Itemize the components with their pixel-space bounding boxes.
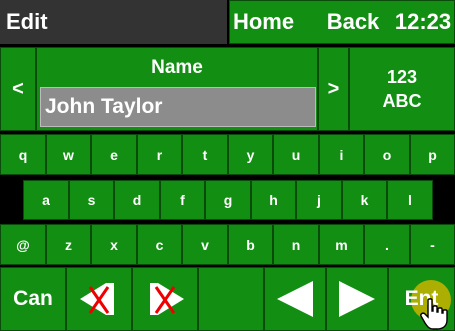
key-label: y (246, 146, 255, 163)
key-y[interactable]: y (228, 134, 273, 175)
delete-left-icon (76, 277, 122, 321)
cancel-button[interactable]: Can (0, 267, 66, 331)
key-label: k (360, 192, 369, 208)
header-green-bar: Home Back 12:23 (229, 0, 455, 44)
key-label: i (339, 146, 344, 163)
field-panel: Name John Taylor (36, 47, 318, 131)
key-k[interactable]: k (342, 180, 387, 220)
key-f[interactable]: f (160, 180, 205, 220)
key-label: g (223, 192, 233, 208)
key-o[interactable]: o (364, 134, 410, 175)
next-field-button[interactable]: > (318, 47, 349, 131)
key-i[interactable]: i (319, 134, 364, 175)
cursor-left-button[interactable] (264, 267, 326, 331)
key-label: f (180, 192, 185, 208)
key-label: t (202, 146, 208, 163)
key-u[interactable]: u (273, 134, 319, 175)
key-e[interactable]: e (91, 134, 137, 175)
key-label: d (132, 192, 142, 208)
key-label: - (430, 236, 435, 253)
key-label: z (65, 236, 72, 253)
prev-field-label: < (12, 77, 24, 100)
delete-left-button[interactable] (66, 267, 132, 331)
key-s[interactable]: s (69, 180, 114, 220)
key-label: h (269, 192, 278, 208)
mode-numeric-label: 123 (386, 67, 418, 87)
key-at[interactable]: @ (0, 224, 46, 265)
key-label: b (246, 236, 255, 253)
enter-button[interactable]: Ent (388, 267, 455, 331)
key-label: s (87, 192, 96, 208)
key-label: w (63, 146, 74, 163)
key-label: n (291, 236, 301, 253)
key-c[interactable]: c (137, 224, 182, 265)
key-label: r (156, 146, 163, 163)
key-label: c (155, 236, 164, 253)
page-title: Edit (6, 9, 48, 34)
key-label: m (335, 236, 348, 253)
name-input[interactable]: John Taylor (40, 87, 316, 127)
key-period[interactable]: . (364, 224, 410, 265)
next-field-label: > (327, 77, 340, 100)
key-b[interactable]: b (228, 224, 273, 265)
cursor-right-icon (335, 278, 379, 320)
hand-pointer-icon (419, 298, 449, 330)
delete-right-button[interactable] (132, 267, 198, 331)
key-label: j (317, 192, 321, 208)
clock: 12:23 (394, 9, 452, 34)
name-input-value: John Taylor (45, 95, 163, 118)
key-r[interactable]: r (137, 134, 182, 175)
key-label: v (201, 236, 209, 253)
key-g[interactable]: g (205, 180, 251, 220)
key-h[interactable]: h (251, 180, 296, 220)
mode-alpha-label: ABC (382, 91, 422, 111)
key-label: p (428, 146, 437, 163)
key-dash[interactable]: - (410, 224, 455, 265)
key-label: @ (16, 236, 30, 253)
cursor-right-button[interactable] (326, 267, 388, 331)
key-label: e (110, 146, 118, 163)
key-t[interactable]: t (182, 134, 228, 175)
cursor-left-icon (273, 278, 317, 320)
key-p[interactable]: p (410, 134, 455, 175)
key-label: u (291, 146, 301, 163)
key-label: q (18, 146, 28, 163)
key-label: l (408, 192, 412, 208)
mode-toggle-button[interactable]: 123 ABC (349, 47, 455, 131)
key-x[interactable]: x (91, 224, 137, 265)
delete-right-icon (142, 277, 188, 321)
key-d[interactable]: d (114, 180, 160, 220)
key-label: x (110, 236, 118, 253)
cancel-label: Can (13, 287, 53, 310)
field-label: Name (151, 57, 203, 78)
key-m[interactable]: m (319, 224, 364, 265)
blank-key[interactable] (198, 267, 264, 331)
prev-field-button[interactable]: < (0, 47, 36, 131)
key-label: a (42, 192, 50, 208)
key-v[interactable]: v (182, 224, 228, 265)
key-label: . (385, 236, 389, 253)
key-a[interactable]: a (23, 180, 69, 220)
key-w[interactable]: w (46, 134, 91, 175)
home-button[interactable]: Home (230, 9, 297, 35)
key-q[interactable]: q (0, 134, 46, 175)
title-bar: Edit (0, 0, 227, 44)
key-j[interactable]: j (296, 180, 342, 220)
key-n[interactable]: n (273, 224, 319, 265)
back-button[interactable]: Back (322, 9, 384, 35)
key-l[interactable]: l (387, 180, 433, 220)
key-label: o (382, 146, 392, 163)
key-z[interactable]: z (46, 224, 91, 265)
